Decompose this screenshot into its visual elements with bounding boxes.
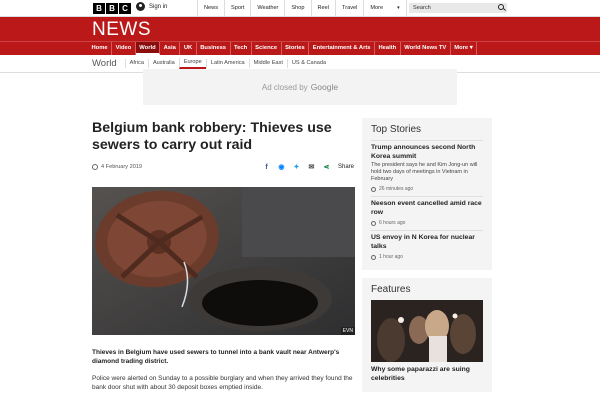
article: Belgium bank robbery: Thieves use sewers…: [92, 120, 355, 392]
sidebar: Top Stories Trump announces second North…: [362, 118, 492, 392]
subnav-africa[interactable]: Africa: [124, 59, 148, 68]
logo-letter: C: [119, 3, 131, 14]
signin-label: Sign in: [149, 3, 168, 10]
user-icon: [136, 2, 145, 11]
topnav-news[interactable]: News: [197, 0, 224, 16]
list-item[interactable]: Trump announces second North Korea summi…: [371, 140, 483, 196]
top-stories-title: Top Stories: [371, 124, 422, 135]
story-time-label: 6 hours ago: [379, 220, 406, 226]
list-item[interactable]: US envoy in N Korea for nuclear talks 1 …: [371, 230, 483, 264]
manhole-photo: [92, 187, 355, 335]
nav-world[interactable]: World: [135, 42, 161, 55]
search-placeholder: Search: [413, 5, 431, 11]
nav-home[interactable]: Home: [88, 42, 113, 55]
features-panel: Features Why some paparazzi are suing ce…: [362, 278, 492, 392]
subnav-europe[interactable]: Europe: [178, 58, 206, 69]
nav-uk[interactable]: UK: [180, 42, 197, 55]
nav-health[interactable]: Health: [375, 42, 401, 55]
share-label[interactable]: Share: [338, 164, 354, 170]
nav-more-label: More: [454, 45, 469, 51]
article-meta: 4 February 2019 f ◉ ✦ ✉ ⋖ Share: [92, 161, 354, 173]
nav-video[interactable]: Video: [112, 42, 136, 55]
share-tools: f ◉ ✦ ✉ ⋖ Share: [262, 163, 354, 172]
article-date: 4 February 2019: [101, 164, 143, 170]
chevron-down-icon: ▾: [469, 45, 473, 51]
top-stories-panel: Top Stories Trump announces second North…: [362, 118, 492, 270]
masthead: NEWS: [0, 17, 600, 41]
chevron-down-icon: ▾: [397, 5, 400, 11]
clock-icon: [92, 164, 98, 170]
subnav-australia[interactable]: Australia: [147, 59, 179, 68]
email-icon[interactable]: ✉: [307, 163, 316, 172]
twitter-icon[interactable]: ✦: [292, 163, 301, 172]
clock-icon: [371, 254, 376, 260]
subnav-us-canada[interactable]: US & Canada: [286, 59, 330, 68]
topnav-shop[interactable]: Shop: [284, 0, 310, 16]
nav-tech[interactable]: Tech: [231, 42, 252, 55]
logo-letter: B: [93, 3, 105, 14]
clock-icon: [371, 220, 376, 226]
facebook-icon[interactable]: f: [262, 163, 271, 172]
logo-letter: B: [106, 3, 118, 14]
subnav-latin-america[interactable]: Latin America: [205, 59, 249, 68]
ad-text: Ad closed by: [261, 82, 308, 92]
nav-more[interactable]: More ▾: [451, 42, 478, 55]
story-time-label: 1 hour ago: [379, 254, 403, 260]
signin-link[interactable]: Sign in: [136, 2, 167, 11]
article-lede: Thieves in Belgium have used sewers to t…: [92, 349, 340, 365]
nav-stories[interactable]: Stories: [282, 42, 310, 55]
feature-title[interactable]: Why some paparazzi are suing celebrities: [371, 366, 483, 383]
nav-business[interactable]: Business: [197, 42, 231, 55]
section-nav: Home Video World Asia UK Business Tech S…: [0, 41, 600, 55]
top-nav: News Sport Weather Shop Reel Travel More…: [197, 0, 407, 16]
story-title[interactable]: US envoy in N Korea for nuclear talks: [371, 234, 483, 251]
nav-science[interactable]: Science: [252, 42, 282, 55]
topnav-more[interactable]: More ▾: [363, 0, 407, 16]
topnav-more-label: More: [370, 5, 384, 11]
story-time: 26 minutes ago: [371, 186, 483, 192]
story-time: 1 hour ago: [371, 254, 483, 260]
bbc-logo[interactable]: B B C: [93, 3, 131, 14]
story-title[interactable]: Trump announces second North Korea summi…: [371, 144, 483, 161]
list-item[interactable]: Neeson event cancelled amid race row 6 h…: [371, 196, 483, 230]
topnav-weather[interactable]: Weather: [250, 0, 284, 16]
subnav-middle-east[interactable]: Middle East: [248, 59, 287, 68]
image-credit: EVN: [340, 327, 355, 335]
paparazzi-photo: [371, 300, 483, 362]
news-title[interactable]: NEWS: [92, 19, 151, 41]
nav-entertainment[interactable]: Entertainment & Arts: [309, 42, 375, 55]
topnav-reel[interactable]: Reel: [310, 0, 336, 16]
story-title[interactable]: Neeson event cancelled amid race row: [371, 200, 483, 217]
topnav-travel[interactable]: Travel: [335, 0, 363, 16]
ad-brand: Google: [310, 82, 339, 92]
top-bar: B B C Sign in News Sport Weather Shop Re…: [0, 0, 600, 17]
ad-placeholder: Ad closed by Google: [143, 69, 457, 105]
article-image: EVN: [92, 187, 355, 335]
feature-image[interactable]: [371, 300, 483, 362]
share-icon[interactable]: ⋖: [322, 163, 331, 172]
clock-icon: [371, 186, 376, 192]
article-headline: Belgium bank robbery: Thieves use sewers…: [92, 120, 332, 153]
search-icon[interactable]: [498, 4, 504, 10]
article-paragraph: Police were alerted on Sunday to a possi…: [92, 375, 353, 391]
messenger-icon[interactable]: ◉: [277, 163, 286, 172]
search-input[interactable]: Search: [409, 3, 507, 13]
section-title[interactable]: World: [92, 58, 117, 69]
story-time: 6 hours ago: [371, 220, 483, 226]
topnav-sport[interactable]: Sport: [224, 0, 250, 16]
story-desc: The president says he and Kim Jong-un wi…: [371, 162, 478, 182]
nav-asia[interactable]: Asia: [160, 42, 181, 55]
nav-world-news-tv[interactable]: World News TV: [401, 42, 451, 55]
story-time-label: 26 minutes ago: [379, 186, 414, 192]
features-title: Features: [371, 284, 411, 295]
